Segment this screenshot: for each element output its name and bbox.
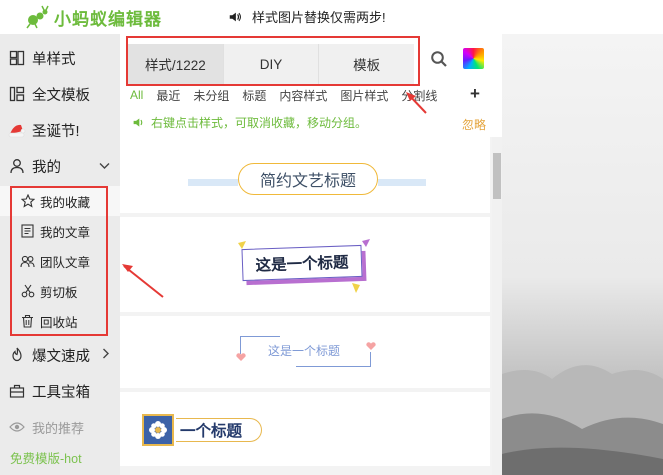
preview-area bbox=[502, 34, 663, 475]
annotation-arrow bbox=[406, 92, 427, 114]
preview-background-image bbox=[502, 34, 663, 475]
annotation-arrow bbox=[122, 264, 164, 298]
